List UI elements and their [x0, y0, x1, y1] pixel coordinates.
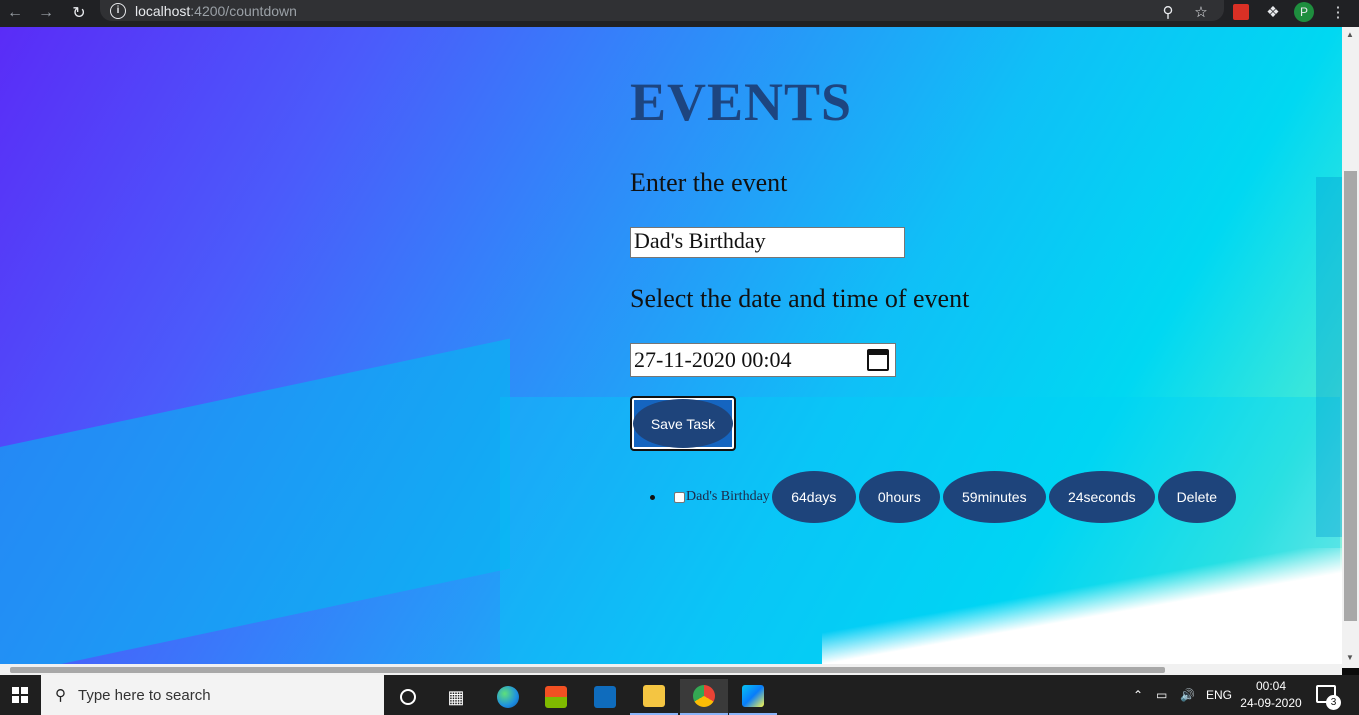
task-name: Dad's Birthday [686, 489, 770, 504]
cortana-button[interactable] [384, 679, 432, 715]
search-icon: ⚲ [55, 687, 66, 704]
back-icon[interactable]: ← [4, 2, 26, 24]
address-bar[interactable]: i localhost:4200/countdown [100, 0, 1224, 21]
list-item: Dad's Birthday 64days 0hours 59minutes 2… [650, 471, 1239, 523]
minutes-badge: 59minutes [942, 471, 1046, 523]
tray-chevron-icon[interactable]: ⌃ [1133, 675, 1143, 715]
language-indicator[interactable]: ENG [1206, 675, 1232, 715]
taskbar-search[interactable]: ⚲ Type here to search [41, 675, 384, 715]
hours-badge: 0hours [858, 471, 940, 523]
store-button[interactable] [532, 679, 580, 715]
cortana-icon [400, 689, 416, 705]
task-view-button[interactable]: ▦ [432, 679, 480, 715]
save-task-button-frame[interactable]: Save Task [630, 396, 736, 451]
page-viewport: EVENTS Enter the event Dad's Birthday Se… [0, 27, 1342, 668]
mail-icon [594, 686, 616, 708]
extensions-puzzle-icon[interactable]: ❖ [1261, 0, 1285, 24]
battery-icon[interactable]: ▭ [1156, 675, 1167, 715]
windows-icon [12, 687, 28, 703]
chrome-button[interactable] [680, 679, 728, 715]
days-badge: 64days [771, 471, 856, 523]
scroll-down-icon[interactable]: ▼ [1346, 653, 1354, 662]
task-view-icon: ▦ [447, 686, 465, 707]
extension-icon[interactable] [1229, 0, 1253, 24]
seconds-badge: 24seconds [1048, 471, 1155, 523]
datetime-value: 27-11-2020 00:04 [634, 347, 792, 372]
vertical-scrollbar[interactable]: ▲ ▼ [1342, 27, 1359, 668]
page-title: EVENTS [630, 72, 853, 132]
event-datetime-input[interactable]: 27-11-2020 00:04 [630, 343, 896, 377]
background-glow [822, 548, 1342, 668]
menu-kebab-icon[interactable]: ⋮ [1326, 0, 1350, 24]
taskbar-clock[interactable]: 00:04 24-09-2020 [1237, 678, 1305, 712]
list-bullet [650, 494, 655, 500]
scroll-thumb[interactable] [10, 667, 1165, 673]
forward-icon[interactable]: → [35, 2, 57, 24]
zoom-icon[interactable]: ⚲ [1156, 0, 1180, 24]
edge-icon [497, 686, 519, 708]
background-band [1316, 177, 1342, 537]
store-icon [545, 686, 567, 708]
task-checkbox[interactable] [674, 491, 685, 503]
url-host: localhost [135, 2, 191, 19]
search-placeholder: Type here to search [78, 686, 211, 704]
background-shade [0, 338, 510, 668]
notification-count-badge: 3 [1326, 695, 1341, 710]
browser-toolbar: ← → ↻ i localhost:4200/countdown ⚲ ☆ ❖ P… [0, 0, 1359, 27]
scroll-up-icon[interactable]: ▲ [1346, 30, 1354, 39]
clock-time: 00:04 [1255, 679, 1287, 693]
start-button[interactable] [0, 675, 40, 715]
bookmark-star-icon[interactable]: ☆ [1189, 0, 1213, 24]
calendar-icon[interactable] [867, 349, 889, 371]
event-name-input[interactable]: Dad's Birthday [630, 227, 905, 258]
volume-icon[interactable]: 🔊 [1180, 675, 1195, 715]
save-task-button[interactable]: Save Task [633, 399, 733, 448]
mail-button[interactable] [581, 679, 629, 715]
folder-icon [643, 685, 665, 707]
scroll-thumb[interactable] [1344, 171, 1357, 621]
windows-taskbar: ⚲ Type here to search ▦ ⌃ ▭ 🔊 ENG 00:04 … [0, 675, 1359, 715]
event-label: Enter the event [630, 168, 788, 197]
clock-date: 24-09-2020 [1240, 696, 1302, 710]
date-label: Select the date and time of event [630, 284, 970, 313]
profile-avatar[interactable]: P [1294, 2, 1314, 22]
edge-button[interactable] [484, 679, 532, 715]
chrome-icon [693, 685, 715, 707]
url-path: :4200/countdown [190, 2, 297, 19]
reload-icon[interactable]: ↻ [68, 2, 90, 24]
webstorm-icon [742, 685, 764, 707]
site-info-icon[interactable]: i [110, 2, 126, 19]
delete-button[interactable]: Delete [1157, 471, 1236, 523]
webstorm-button[interactable] [729, 679, 777, 715]
file-explorer-button[interactable] [630, 679, 678, 715]
